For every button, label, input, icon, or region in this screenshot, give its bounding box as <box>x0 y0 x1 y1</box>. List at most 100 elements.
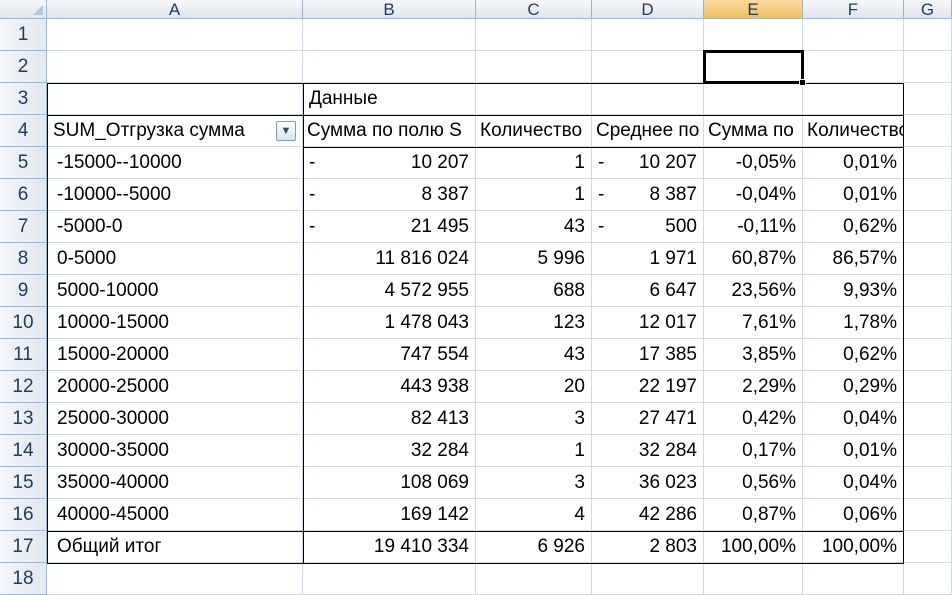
grid-cell[interactable] <box>476 83 592 115</box>
pivot-avg-value[interactable]: 17 385 <box>592 339 704 371</box>
pivot-pct-count-value[interactable]: 0,04% <box>803 467 904 499</box>
grid-cell[interactable] <box>904 403 952 435</box>
pivot-value-header[interactable]: Среднее по <box>592 115 704 147</box>
row-header-6[interactable]: 6 <box>0 179 47 211</box>
grid-cell[interactable] <box>592 19 704 51</box>
column-header-b[interactable]: B <box>303 0 476 19</box>
row-header-9[interactable]: 9 <box>0 275 47 307</box>
grid-cell[interactable] <box>592 563 704 595</box>
pivot-count-value[interactable]: 43 <box>476 339 592 371</box>
grid-cell[interactable] <box>904 179 952 211</box>
pivot-row-label[interactable]: 10000-15000 <box>47 307 303 339</box>
grid-cell[interactable] <box>904 19 952 51</box>
pivot-sum-value[interactable]: 21 495- <box>303 211 476 243</box>
pivot-pct-sum-value[interactable]: 60,87% <box>704 243 803 275</box>
column-header-d[interactable]: D <box>592 0 704 19</box>
pivot-avg-value[interactable]: 8 387- <box>592 179 704 211</box>
pivot-count-value[interactable]: 1 <box>476 435 592 467</box>
pivot-pct-count-value[interactable]: 0,06% <box>803 499 904 531</box>
grid-cell[interactable] <box>904 83 952 115</box>
pivot-pct-count-value[interactable]: 0,62% <box>803 339 904 371</box>
grid-cell[interactable] <box>704 83 803 115</box>
row-header-8[interactable]: 8 <box>0 243 47 275</box>
grid-cell[interactable] <box>704 563 803 595</box>
grid-cell[interactable] <box>704 19 803 51</box>
row-header-13[interactable]: 13 <box>0 403 47 435</box>
pivot-row-label[interactable]: -10000--5000 <box>47 179 303 211</box>
pivot-pct-sum-value[interactable]: 0,17% <box>704 435 803 467</box>
pivot-pct-sum-value[interactable]: -0,11% <box>704 211 803 243</box>
pivot-avg-value[interactable]: 500- <box>592 211 704 243</box>
select-all-corner[interactable] <box>0 0 47 19</box>
pivot-sum-value[interactable]: 82 413 <box>303 403 476 435</box>
pivot-row-label[interactable]: 15000-20000 <box>47 339 303 371</box>
pivot-count-value[interactable]: 5 996 <box>476 243 592 275</box>
grid-cell[interactable] <box>47 563 303 595</box>
pivot-sum-value[interactable]: 108 069 <box>303 467 476 499</box>
grid-cell[interactable] <box>904 243 952 275</box>
grid-cell[interactable] <box>904 435 952 467</box>
grid-cell[interactable] <box>592 83 704 115</box>
grid-cell[interactable] <box>904 211 952 243</box>
column-header-g[interactable]: G <box>904 0 952 19</box>
pivot-row-label[interactable]: 35000-40000 <box>47 467 303 499</box>
pivot-sum-value[interactable]: 443 938 <box>303 371 476 403</box>
pivot-pct-count-value[interactable]: 0,01% <box>803 435 904 467</box>
pivot-row-label[interactable]: 25000-30000 <box>47 403 303 435</box>
pivot-data-caption[interactable]: Данные <box>303 83 476 115</box>
pivot-count-value[interactable]: 1 <box>476 179 592 211</box>
pivot-row-field-header[interactable]: SUM_Отгрузка сумма ▼ <box>47 115 303 147</box>
pivot-row-label[interactable]: -15000--10000 <box>47 147 303 179</box>
row-header-17[interactable]: 17 <box>0 531 47 563</box>
pivot-total-avg[interactable]: 2 803 <box>592 531 704 563</box>
pivot-sum-value[interactable]: 32 284 <box>303 435 476 467</box>
row-header-4[interactable]: 4 <box>0 115 47 147</box>
row-header-2[interactable]: 2 <box>0 51 47 83</box>
pivot-row-label[interactable]: 20000-25000 <box>47 371 303 403</box>
column-header-e[interactable]: E <box>704 0 803 19</box>
pivot-pct-count-value[interactable]: 1,78% <box>803 307 904 339</box>
dropdown-arrow-icon[interactable]: ▼ <box>276 121 296 141</box>
pivot-sum-value[interactable]: 1 478 043 <box>303 307 476 339</box>
grid-cell[interactable] <box>904 563 952 595</box>
pivot-avg-value[interactable]: 36 023 <box>592 467 704 499</box>
row-header-7[interactable]: 7 <box>0 211 47 243</box>
grid-cell[interactable] <box>803 51 904 83</box>
row-header-14[interactable]: 14 <box>0 435 47 467</box>
grid-cell[interactable] <box>803 563 904 595</box>
grid-cell[interactable] <box>904 51 952 83</box>
grid-cell[interactable] <box>803 83 904 115</box>
row-header-18[interactable]: 18 <box>0 563 47 595</box>
column-header-f[interactable]: F <box>803 0 904 19</box>
pivot-value-header[interactable]: Количество <box>476 115 592 147</box>
pivot-avg-value[interactable]: 32 284 <box>592 435 704 467</box>
pivot-avg-value[interactable]: 27 471 <box>592 403 704 435</box>
grid-cell[interactable] <box>904 499 952 531</box>
grid-cell[interactable] <box>704 51 803 83</box>
pivot-pct-count-value[interactable]: 0,62% <box>803 211 904 243</box>
pivot-pct-sum-value[interactable]: 3,85% <box>704 339 803 371</box>
pivot-pct-sum-value[interactable]: -0,05% <box>704 147 803 179</box>
pivot-sum-value[interactable]: 8 387- <box>303 179 476 211</box>
grid-cell[interactable] <box>476 51 592 83</box>
grid-cell[interactable] <box>904 467 952 499</box>
grid-cell[interactable] <box>904 371 952 403</box>
row-header-10[interactable]: 10 <box>0 307 47 339</box>
grid-cell[interactable] <box>476 563 592 595</box>
grid-cell[interactable] <box>303 51 476 83</box>
pivot-pct-sum-value[interactable]: 23,56% <box>704 275 803 307</box>
pivot-value-header[interactable]: Сумма по полю S <box>303 115 476 147</box>
pivot-sum-value[interactable]: 10 207- <box>303 147 476 179</box>
pivot-count-value[interactable]: 4 <box>476 499 592 531</box>
pivot-total-pct-count[interactable]: 100,00% <box>803 531 904 563</box>
column-header-c[interactable]: C <box>476 0 592 19</box>
row-header-3[interactable]: 3 <box>0 83 47 115</box>
pivot-pct-sum-value[interactable]: 2,29% <box>704 371 803 403</box>
grid-cell[interactable] <box>904 115 952 147</box>
column-header-a[interactable]: A <box>47 0 303 19</box>
pivot-pct-sum-value[interactable]: 0,42% <box>704 403 803 435</box>
pivot-value-header[interactable]: Количество по <box>803 115 904 147</box>
pivot-pct-count-value[interactable]: 0,29% <box>803 371 904 403</box>
pivot-pct-count-value[interactable]: 86,57% <box>803 243 904 275</box>
grid-cell[interactable] <box>303 19 476 51</box>
